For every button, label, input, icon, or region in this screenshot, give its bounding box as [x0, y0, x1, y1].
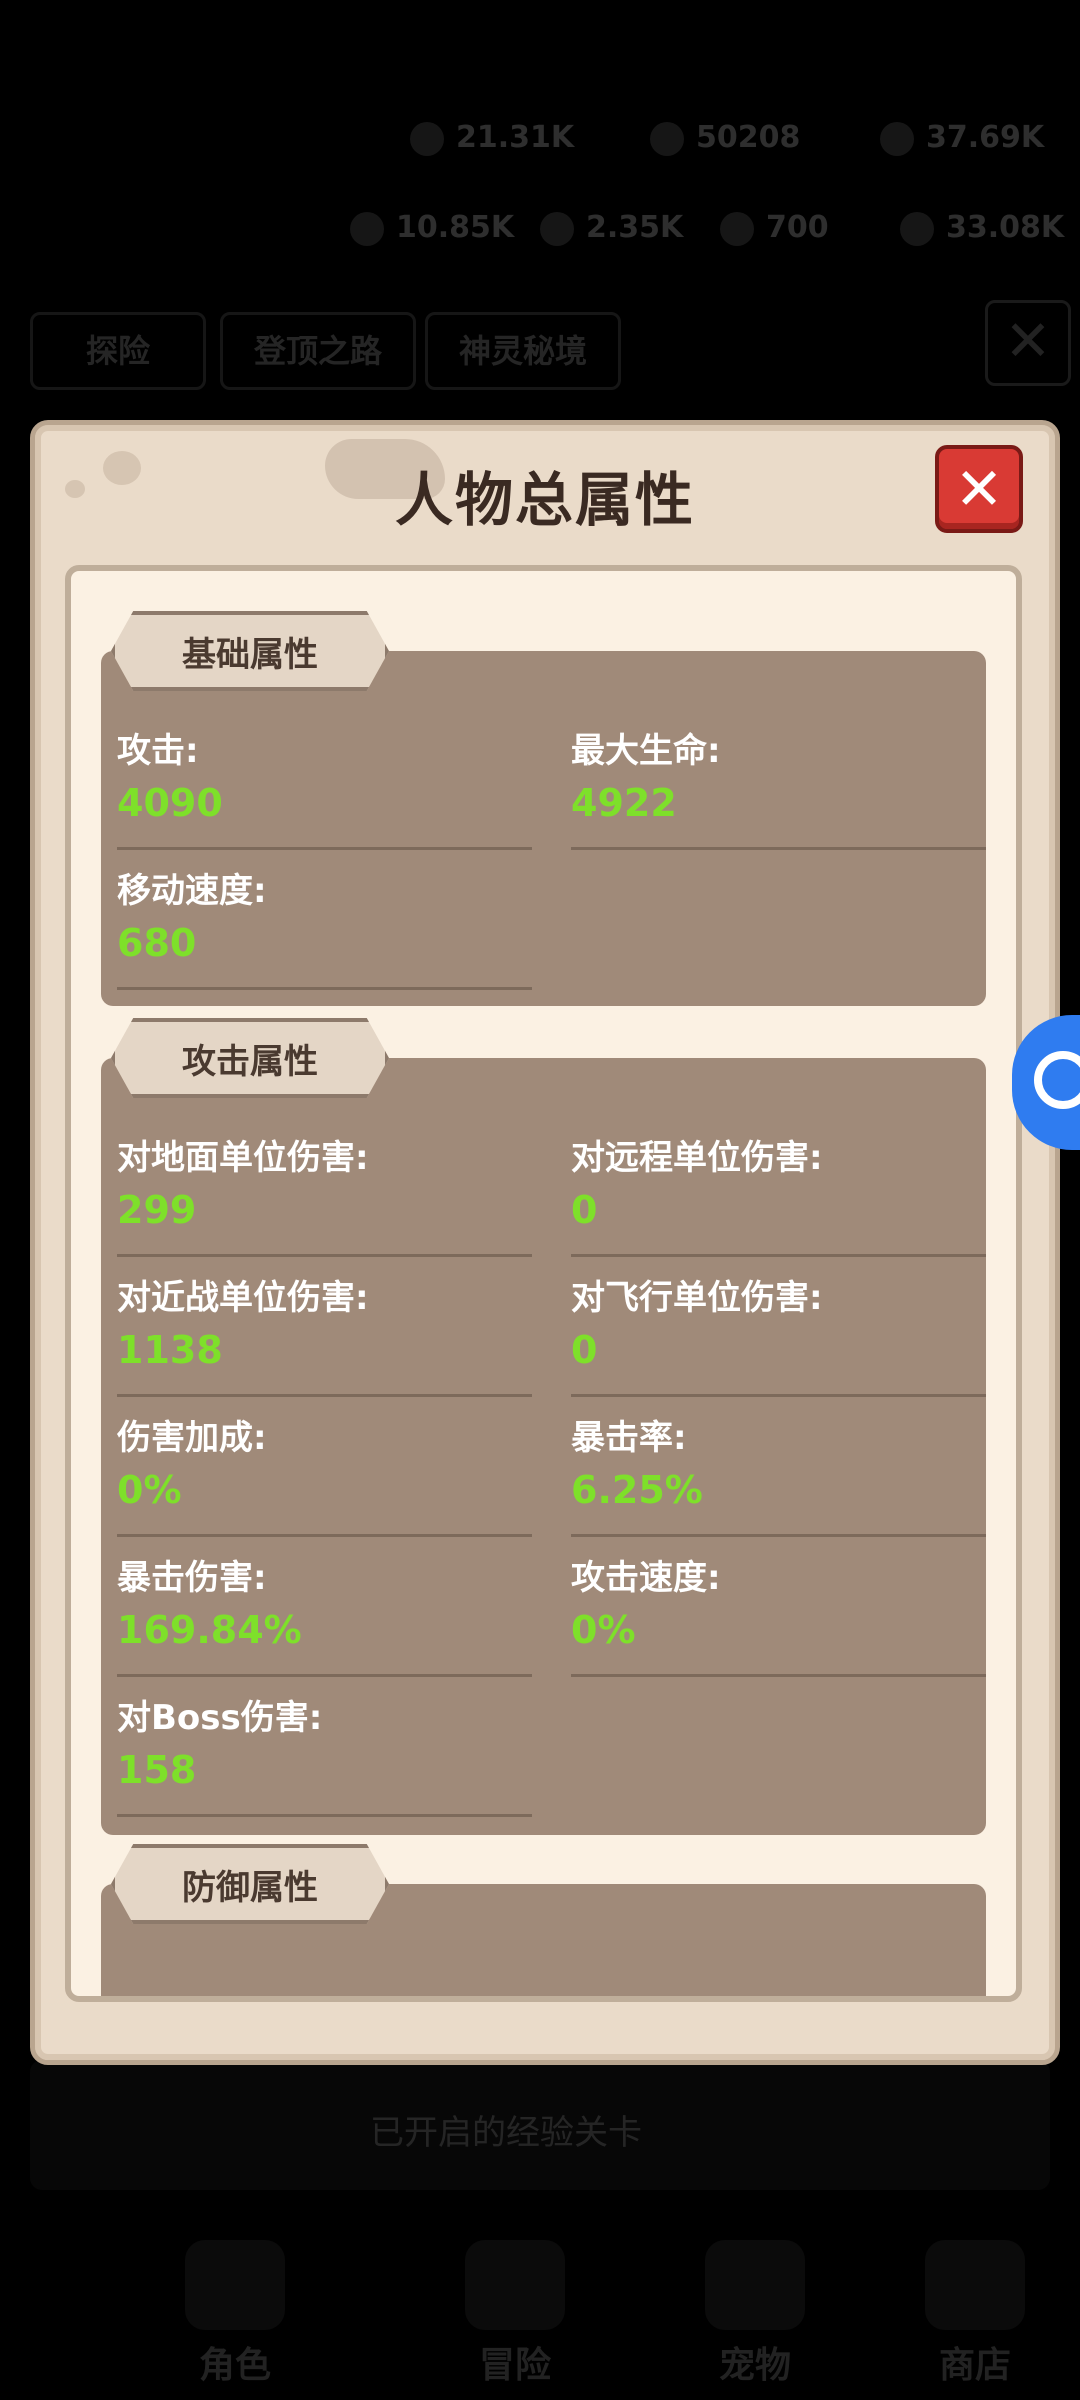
bg-tab-summit: 登顶之路 [220, 312, 416, 390]
bg-nav-pet: 宠物 [680, 2240, 830, 2390]
close-button[interactable]: ✕ [935, 445, 1023, 533]
attr-move-speed: 移动速度: 680 [117, 851, 532, 990]
section-basic-header: 基础属性 [111, 611, 389, 691]
bg-tab-realm: 神灵秘境 [425, 312, 621, 390]
attr-flying-damage: 对飞行单位伤害: 0 [571, 1258, 986, 1397]
section-basic-panel: 攻击: 4090 最大生命: 4922 移动速度: 680 [101, 651, 986, 1006]
resource-wood: 10.85K [350, 210, 514, 246]
attr-ranged-damage: 对远程单位伤害: 0 [571, 1118, 986, 1257]
game-controller-icon [1034, 1051, 1080, 1109]
character-attributes-dialog: 人物总属性 ✕ 攻击: 4090 最大生命: 4922 移动速度: 680 基础… [30, 420, 1060, 2065]
crystal-icon [720, 211, 754, 246]
resource-gem: 50208 [650, 120, 800, 156]
resource-ore: 33.08K [900, 210, 1064, 246]
shop-icon [925, 2240, 1025, 2330]
bg-tab-explore: 探险 [30, 312, 206, 390]
adventure-icon [465, 2240, 565, 2330]
attr-crit-damage: 暴击伤害: 169.84% [117, 1538, 532, 1677]
bg-nav-adventure: 冒险 [440, 2240, 590, 2390]
attr-crit-rate: 暴击率: 6.25% [571, 1398, 986, 1537]
dialog-title: 人物总属性 [394, 466, 695, 534]
bg-nav-character: 角色 [160, 2240, 310, 2390]
resource-stone: 2.35K [540, 210, 683, 246]
close-icon: ✕ [954, 455, 1004, 523]
resource-gold: 21.31K [410, 120, 574, 156]
attr-attack: 攻击: 4090 [117, 711, 532, 850]
section-attack-header: 攻击属性 [111, 1018, 389, 1098]
gem-icon [650, 121, 684, 156]
ore-icon [900, 211, 934, 246]
wood-icon [350, 211, 384, 246]
bg-close-icon: ✕ [985, 300, 1071, 386]
bg-banner: 已开启的经验关卡 [30, 2060, 1050, 2190]
attributes-scroll-area[interactable]: 攻击: 4090 最大生命: 4922 移动速度: 680 基础属性 对地面单位… [65, 565, 1022, 2002]
character-icon [185, 2240, 285, 2330]
section-defense-header: 防御属性 [111, 1844, 389, 1924]
stone-icon [540, 211, 574, 246]
coin-icon [410, 121, 444, 156]
attr-boss-damage: 对Boss伤害: 158 [117, 1678, 532, 1817]
resource-energy: 37.69K [880, 120, 1044, 156]
attr-melee-damage: 对近战单位伤害: 1138 [117, 1258, 532, 1397]
attr-ground-damage: 对地面单位伤害: 299 [117, 1118, 532, 1257]
resource-crystal: 700 [720, 210, 829, 246]
attr-damage-bonus: 伤害加成: 0% [117, 1398, 532, 1537]
energy-icon [880, 121, 914, 156]
attr-max-hp: 最大生命: 4922 [571, 711, 986, 850]
pet-icon [705, 2240, 805, 2330]
bg-nav-shop: 商店 [900, 2240, 1050, 2390]
attr-attack-speed: 攻击速度: 0% [571, 1538, 986, 1677]
section-attack-panel: 对地面单位伤害: 299 对远程单位伤害: 0 对近战单位伤害: 1138 对飞… [101, 1058, 986, 1835]
